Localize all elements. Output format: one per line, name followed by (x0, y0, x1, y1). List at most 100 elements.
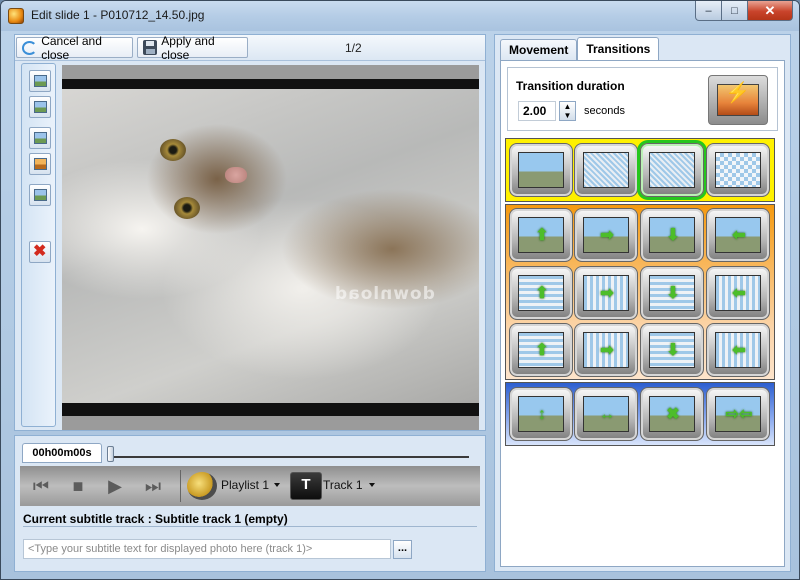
transition-fade[interactable] (509, 143, 573, 197)
apply-and-close-button[interactable]: Apply and close (137, 34, 248, 62)
arrow-down-icon: ⬇ (666, 285, 680, 302)
split-vertical-screen: ↕ (518, 396, 564, 432)
transition-noise[interactable] (574, 143, 638, 197)
time-position: 00h00m00s (22, 443, 102, 463)
transition-duration-input[interactable]: 2.00 (518, 101, 556, 121)
bars-v-left-screen: ⬅ (715, 332, 761, 368)
music-icon[interactable] (187, 472, 217, 500)
image-adjust-tool[interactable] (29, 127, 51, 149)
rotate-right-tool[interactable] (29, 96, 51, 118)
timeline-handle[interactable] (107, 446, 114, 462)
next-button[interactable]: ⏭ (138, 474, 168, 498)
save-icon (143, 40, 158, 55)
transition-group-split: ↕ ↔ ✖ ⇨⇦ (505, 382, 775, 446)
tab-transitions[interactable]: Transitions (577, 37, 660, 61)
preview-transition-button[interactable]: ⚡ (708, 75, 768, 125)
checker-transition-icon (715, 152, 761, 188)
image-effects-icon (34, 158, 47, 170)
merge-horizontal-screen: ⇨⇦ (715, 396, 761, 432)
transition-bars-h-up[interactable]: ⬆ (509, 323, 573, 377)
spin-up-icon[interactable]: ▲ (564, 102, 572, 111)
arrow-left-icon: ⬅ (732, 285, 746, 302)
subtitle-track-icon[interactable]: T (290, 472, 322, 500)
transition-merge-horizontal[interactable]: ⇨⇦ (706, 387, 770, 441)
cat-nose (225, 167, 247, 183)
zoom-center-screen: ✖ (649, 396, 695, 432)
cancel-and-close-label: Cancel and close (41, 33, 102, 62)
arrow-up-icon: ⬆ (535, 342, 549, 359)
delete-tool[interactable]: ✖ (29, 241, 51, 263)
subtitle-input[interactable] (23, 539, 391, 559)
transition-slide-right[interactable]: ➡ (574, 208, 638, 262)
minimize-button[interactable]: ‒ (695, 1, 722, 21)
undo-icon (22, 40, 38, 55)
lightning-icon: ⚡ (725, 82, 750, 104)
transition-blinds-h-up[interactable]: ⬆ (509, 266, 573, 320)
blinds-h-up-screen: ⬆ (518, 275, 564, 311)
playlist-dropdown[interactable]: Playlist 1 (221, 478, 269, 492)
blinds-v-right-screen: ➡ (583, 275, 629, 311)
delete-icon: ✖ (33, 243, 47, 260)
arrow-left-right-icon: ↔ (599, 406, 615, 423)
arrow-right-icon: ➡ (600, 285, 614, 302)
transition-blinds-v-right[interactable]: ➡ (574, 266, 638, 320)
effects-panel: Movement Transitions Transition duration… (494, 34, 791, 572)
arrow-left-icon: ⬅ (732, 342, 746, 359)
subtitle-options-button[interactable]: ... (393, 540, 412, 559)
arrow-down-icon: ⬇ (666, 227, 680, 244)
transition-split-vertical[interactable]: ↕ (509, 387, 573, 441)
noise-transition-icon (583, 152, 629, 188)
timeline-slider[interactable] (107, 444, 477, 464)
preview-panel: Cancel and close Apply and close 1/2 ✖ d… (14, 34, 486, 431)
transition-split-horizontal[interactable]: ↔ (574, 387, 638, 441)
transition-slide-left[interactable]: ⬅ (706, 208, 770, 262)
play-button[interactable]: ▶ (103, 474, 127, 498)
bars-v-right-screen: ➡ (583, 332, 629, 368)
transition-bars-v-right[interactable]: ➡ (574, 323, 638, 377)
image-effects-tool[interactable] (29, 153, 51, 175)
slide-left-screen: ⬅ (715, 217, 761, 253)
transition-duration-unit: seconds (584, 105, 625, 117)
track-dropdown[interactable]: Track 1 (323, 478, 363, 492)
close-button[interactable]: ✕ (748, 1, 793, 21)
transition-zoom-center[interactable]: ✖ (640, 387, 704, 441)
cat-eye-left (160, 139, 186, 161)
stop-button[interactable]: ■ (67, 474, 89, 498)
arrow-right-icon: ➡ (600, 227, 614, 244)
slide-right-screen: ➡ (583, 217, 629, 253)
playlist-chevron-down-icon[interactable] (274, 483, 280, 487)
arrow-up-icon: ⬆ (535, 227, 549, 244)
spin-down-icon[interactable]: ▼ (564, 111, 572, 120)
slide-preview: download (62, 65, 479, 430)
timeline-panel: 00h00m00s ⏮ ■ ▶ ⏭ Playlist 1 T Track 1 C… (14, 435, 486, 572)
title-bar: Edit slide 1 - P010712_14.50.jpg ‒ □ ✕ (1, 1, 799, 31)
slide-photo: download (62, 89, 479, 403)
transition-bars-h-down[interactable]: ⬇ (640, 323, 704, 377)
transition-slide-up[interactable]: ⬆ (509, 208, 573, 262)
transition-blinds-h-down[interactable]: ⬇ (640, 266, 704, 320)
bars-h-up-screen: ⬆ (518, 332, 564, 368)
maximize-button[interactable]: □ (722, 1, 748, 21)
cancel-and-close-button[interactable]: Cancel and close (16, 34, 133, 62)
rotate-left-icon (34, 75, 47, 87)
app-icon (8, 8, 24, 24)
photo-frame: download (62, 79, 479, 416)
player-separator (180, 470, 181, 502)
slide-counter: 1/2 (345, 41, 362, 55)
rotate-left-tool[interactable] (29, 70, 51, 92)
transition-bars-v-left[interactable]: ⬅ (706, 323, 770, 377)
timeline-line (111, 456, 469, 458)
previous-button[interactable]: ⏮ (26, 474, 56, 498)
tab-movement[interactable]: Movement (500, 39, 578, 61)
arrow-converge-icon: ✖ (666, 406, 680, 423)
transition-dissolve[interactable] (640, 143, 704, 197)
track-chevron-down-icon[interactable] (369, 483, 375, 487)
arrow-right-icon: ➡ (600, 342, 614, 359)
transition-checker[interactable] (706, 143, 770, 197)
transition-blinds-v-left[interactable]: ⬅ (706, 266, 770, 320)
transition-slide-down[interactable]: ⬇ (640, 208, 704, 262)
duration-spinner[interactable]: ▲ ▼ (559, 101, 576, 121)
blinds-v-left-screen: ⬅ (715, 275, 761, 311)
crop-tool[interactable] (29, 184, 51, 206)
slide-down-screen: ⬇ (649, 217, 695, 253)
